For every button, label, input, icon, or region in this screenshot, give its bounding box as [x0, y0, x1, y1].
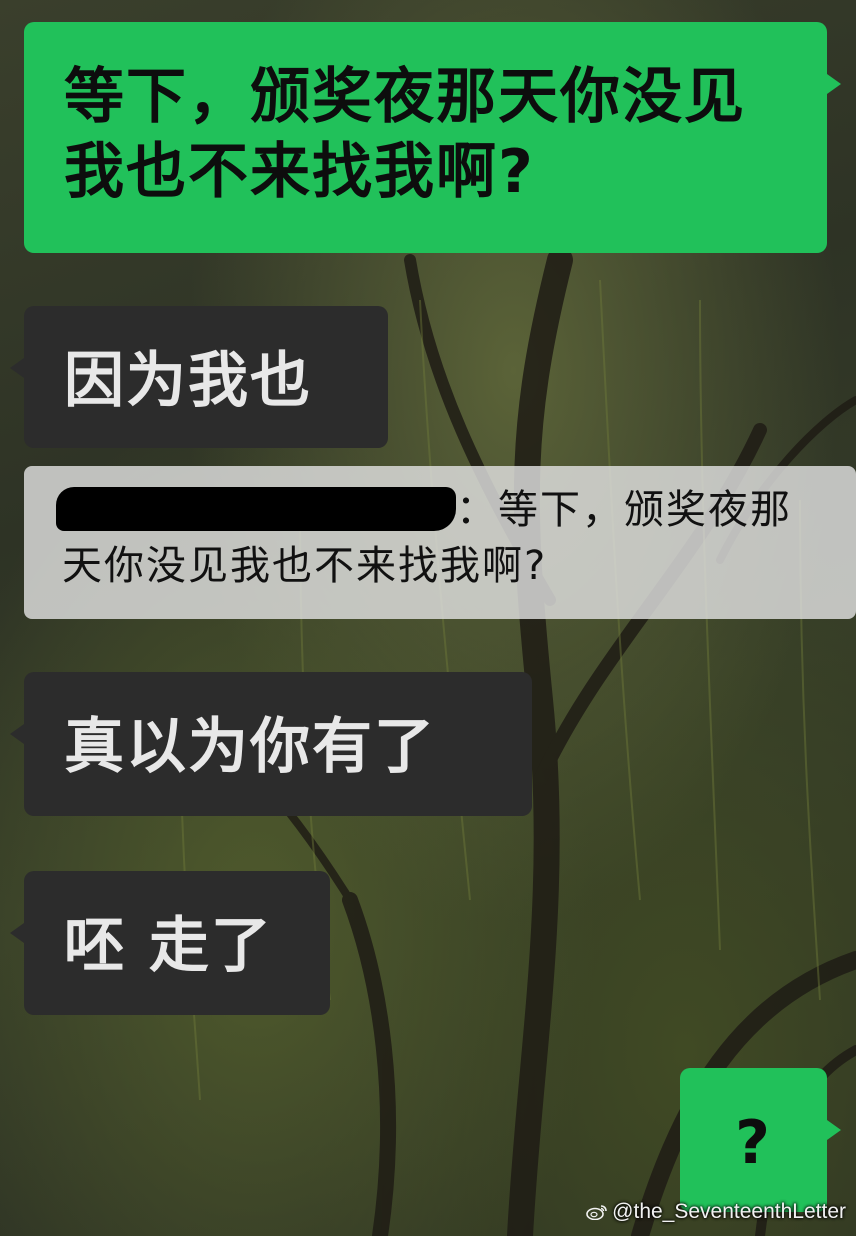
bubble-tail — [827, 74, 841, 94]
bubble-tail — [10, 358, 24, 378]
bubble-tail — [10, 923, 24, 943]
message-incoming[interactable]: 因为我也 — [10, 306, 388, 448]
message-text: 等下，颁奖夜那天你没见我也不来找我啊? — [64, 62, 746, 207]
message-incoming[interactable]: 呸 走了 — [10, 871, 330, 1015]
message-text: 真以为你有了 — [64, 712, 436, 782]
message-text: 呸 走了 — [64, 911, 273, 981]
chat-thread: 等下，颁奖夜那天你没见我也不来找我啊? 因为我也 ：等下，颁奖夜那天你没见我也不… — [0, 0, 856, 1236]
message-incoming[interactable]: 真以为你有了 — [10, 672, 532, 816]
message-text: 因为我也 — [64, 346, 312, 416]
quote-separator: ： — [456, 487, 498, 533]
watermark-text: @the_SeventeenthLetter — [612, 1200, 846, 1223]
bubble-tail — [827, 1120, 841, 1140]
message-text: ? — [735, 1108, 772, 1178]
redacted-sender-name — [56, 487, 456, 531]
bubble-tail — [10, 724, 24, 744]
message-outgoing[interactable]: ? — [680, 1068, 841, 1212]
message-outgoing[interactable]: 等下，颁奖夜那天你没见我也不来找我啊? — [24, 22, 841, 253]
watermark: @the_SeventeenthLetter — [586, 1200, 846, 1224]
quoted-message[interactable]: ：等下，颁奖夜那天你没见我也不来找我啊? — [24, 466, 856, 619]
weibo-icon — [586, 1205, 607, 1220]
